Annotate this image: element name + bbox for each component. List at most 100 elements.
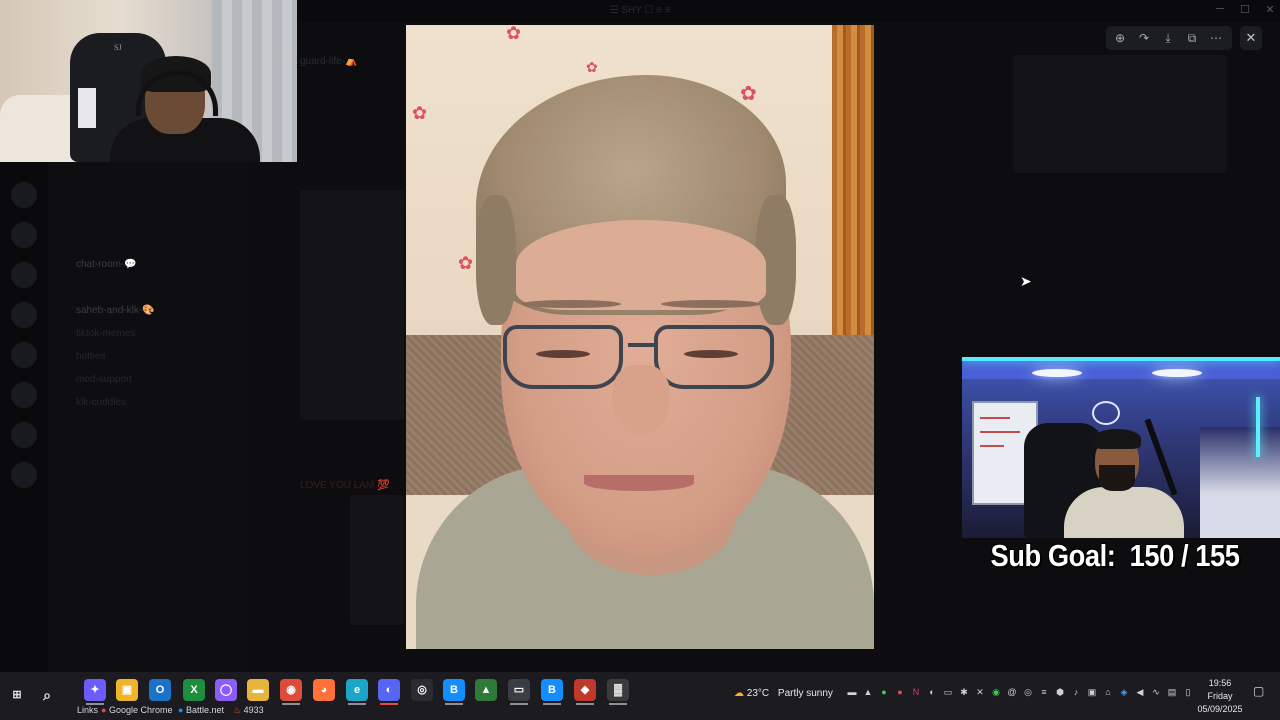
download-icon[interactable]: ⤓ bbox=[1158, 29, 1178, 47]
running-indicator bbox=[445, 703, 463, 705]
channel-item[interactable]: mod-support bbox=[76, 374, 132, 385]
edge-icon[interactable]: e bbox=[346, 679, 368, 701]
running-indicator bbox=[576, 703, 594, 705]
battery-icon[interactable]: ▯ bbox=[1183, 687, 1193, 697]
app-circle-icon[interactable]: ◯ bbox=[215, 679, 237, 701]
taskbar-link[interactable]: ♨ 4933 bbox=[233, 705, 264, 716]
weather-widget[interactable]: ☁ 23°C Partly sunny bbox=[734, 688, 833, 699]
tray-icon[interactable]: ▣ bbox=[1087, 687, 1097, 697]
clock[interactable]: 19:56 Friday 05/09/2025 bbox=[1196, 677, 1244, 716]
forehead bbox=[516, 220, 766, 310]
server-icon[interactable] bbox=[11, 222, 37, 248]
tray-icon[interactable]: N bbox=[911, 687, 921, 697]
chat-attachment[interactable] bbox=[300, 190, 404, 420]
tray-icon[interactable]: ◈ bbox=[1119, 687, 1129, 697]
store-icon[interactable]: ▣ bbox=[116, 679, 138, 701]
running-indicator bbox=[282, 703, 300, 705]
search-icon[interactable]: ⌕ bbox=[36, 684, 58, 706]
tray-icon[interactable]: ▤ bbox=[1167, 687, 1177, 697]
channel-list: chat-room-💬 saheb-and-klk-🎨 tiktok-memes ho… bbox=[48, 162, 248, 672]
volume-icon[interactable]: ◀ bbox=[1135, 687, 1145, 697]
shelf-glow bbox=[1256, 397, 1260, 457]
server-icon[interactable] bbox=[11, 262, 37, 288]
tray-icon[interactable]: ✱ bbox=[959, 687, 969, 697]
tray-icon[interactable]: ▬ bbox=[847, 687, 857, 697]
running-indicator bbox=[510, 703, 528, 705]
channel-item[interactable]: saheb-and-klk-🎨 bbox=[76, 305, 155, 316]
tray-icon[interactable]: ● bbox=[895, 687, 905, 697]
server-icon[interactable] bbox=[11, 342, 37, 368]
chrome-icon[interactable]: ◉ bbox=[280, 679, 302, 701]
chat-message-text: LOVE YOU LAM 💯 bbox=[300, 480, 390, 491]
tray-icon[interactable]: ◎ bbox=[1023, 687, 1033, 697]
outlook-icon[interactable]: O bbox=[149, 679, 171, 701]
tray-icon[interactable]: ▲ bbox=[863, 687, 873, 697]
server-icon[interactable] bbox=[11, 382, 37, 408]
cod-icon[interactable]: ▓ bbox=[607, 679, 629, 701]
windows-icon[interactable]: ⊞ bbox=[6, 684, 28, 706]
file-explorer-icon[interactable]: ▬ bbox=[247, 679, 269, 701]
tray-icon[interactable]: ⬢ bbox=[1055, 687, 1065, 697]
close-viewer-button[interactable]: ✕ bbox=[1240, 26, 1262, 50]
chair-badge: SJ bbox=[114, 43, 122, 52]
obs-icon[interactable]: ◎ bbox=[411, 679, 433, 701]
battlenet-icon[interactable]: B bbox=[443, 679, 465, 701]
server-icon[interactable] bbox=[11, 422, 37, 448]
chat-channel-header: guard-life-⛺ bbox=[300, 56, 358, 67]
notification-icon[interactable]: ▢ bbox=[1253, 685, 1264, 697]
eyebrow-left bbox=[521, 300, 621, 308]
xbox-bar-icon[interactable]: ▭ bbox=[508, 679, 530, 701]
more-icon[interactable]: ⋯ bbox=[1206, 29, 1226, 47]
flower-decal: ✿ bbox=[412, 103, 428, 123]
running-indicator bbox=[609, 703, 627, 705]
taskbar-link[interactable]: ● Battle.net bbox=[178, 705, 224, 715]
tray-icon[interactable]: ◐ bbox=[927, 687, 937, 697]
tray-icon[interactable]: ● bbox=[879, 687, 889, 697]
webcam-overlay-streamer: SJ bbox=[0, 0, 297, 162]
person-hair bbox=[1093, 429, 1141, 449]
channel-item[interactable]: hotties bbox=[76, 351, 105, 362]
app-green-icon[interactable]: ▲ bbox=[475, 679, 497, 701]
whiteboard-writing bbox=[980, 431, 1020, 433]
tray-icon[interactable]: ◉ bbox=[991, 687, 1001, 697]
window-close-icon[interactable]: ✕ bbox=[1258, 3, 1280, 16]
webcam-overlay-reactor bbox=[962, 357, 1280, 538]
chat-attachment[interactable] bbox=[350, 495, 404, 625]
hair-side-left bbox=[476, 195, 516, 325]
battlenet2-icon[interactable]: B bbox=[541, 679, 563, 701]
game-icon[interactable]: ◆ bbox=[574, 679, 596, 701]
tray-icon[interactable]: ⌂ bbox=[1103, 687, 1113, 697]
open-external-icon[interactable]: ⧉ bbox=[1182, 29, 1202, 47]
weather-desc: Partly sunny bbox=[777, 688, 833, 699]
discord-icon[interactable]: ◐ bbox=[378, 679, 400, 701]
forward-icon[interactable]: ↷ bbox=[1134, 29, 1154, 47]
server-icon[interactable] bbox=[11, 182, 37, 208]
maximize-icon[interactable]: ☐ bbox=[1233, 3, 1257, 16]
neon-strip bbox=[962, 357, 1280, 361]
member-video-tile[interactable] bbox=[1013, 55, 1227, 173]
taskbar-link[interactable]: ● Google Chrome bbox=[101, 705, 172, 715]
network-icon[interactable]: ∿ bbox=[1151, 687, 1161, 697]
flower-decal: ✿ bbox=[506, 25, 522, 43]
taskbar-link-label: 4933 bbox=[243, 705, 264, 715]
zoom-in-icon[interactable]: ⊕ bbox=[1110, 29, 1130, 47]
tray-icon[interactable]: @ bbox=[1007, 687, 1017, 697]
tray-icon[interactable]: ▭ bbox=[943, 687, 953, 697]
tray-icon[interactable]: ≡ bbox=[1039, 687, 1049, 697]
channel-item[interactable]: chat-room-💬 bbox=[76, 259, 137, 270]
minimize-icon[interactable]: ─ bbox=[1208, 3, 1232, 15]
channel-item[interactable]: klk-cuddles bbox=[76, 397, 126, 408]
channel-item[interactable]: tiktok-memes bbox=[76, 328, 135, 339]
person-torso bbox=[1064, 487, 1184, 538]
firefox-icon[interactable]: ◕ bbox=[313, 679, 335, 701]
flower-decal: ✿ bbox=[586, 59, 598, 75]
tray-icon[interactable]: ✕ bbox=[975, 687, 985, 697]
server-icon[interactable] bbox=[11, 462, 37, 488]
weather-temp: 23°C bbox=[746, 688, 770, 699]
xbox-icon[interactable]: X bbox=[183, 679, 205, 701]
copilot-icon[interactable]: ✦ bbox=[84, 679, 106, 701]
server-icon[interactable] bbox=[11, 302, 37, 328]
microphone-icon[interactable]: ♪ bbox=[1071, 687, 1081, 697]
mouth bbox=[584, 475, 694, 491]
taskbar-link-label: Google Chrome bbox=[108, 705, 173, 715]
